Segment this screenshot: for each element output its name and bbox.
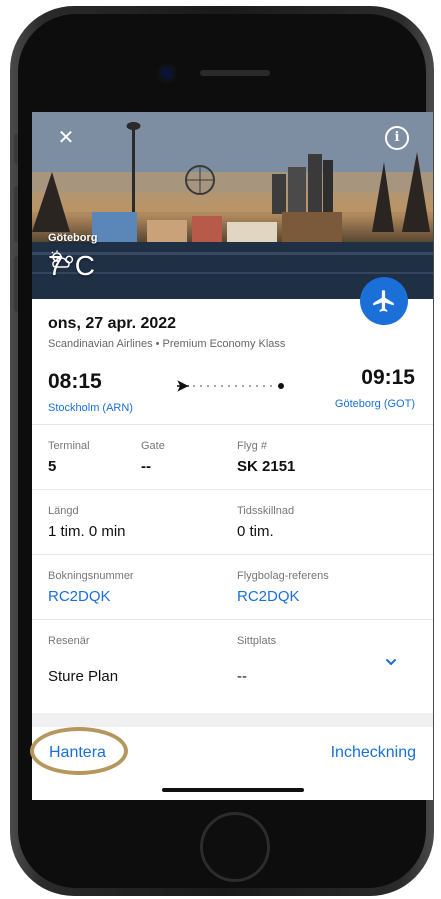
duration-label: Längd bbox=[48, 505, 79, 517]
airplane-icon bbox=[177, 380, 189, 392]
seat-label: Sittplats bbox=[237, 635, 277, 647]
check-in-button[interactable]: Incheckning bbox=[331, 744, 416, 762]
partly-cloudy-icon bbox=[50, 250, 70, 268]
flight-date: ons, 27 apr. 2022 bbox=[48, 315, 177, 332]
front-camera bbox=[160, 66, 174, 80]
arrival-airport-link[interactable]: Göteborg (GOT) bbox=[335, 398, 415, 410]
terminal-label: Terminal bbox=[48, 440, 90, 452]
divider bbox=[32, 489, 433, 490]
booking-number-label: Bokningsnummer bbox=[48, 570, 134, 582]
airline-class: Scandinavian Airlines • Premium Economy … bbox=[48, 338, 286, 350]
flight-details-screen: ✕ i Göteborg 7°C ons, 27 apr. 2022 Scand… bbox=[32, 112, 433, 800]
time-difference-value: 0 tim. bbox=[237, 523, 274, 540]
earpiece-speaker bbox=[200, 70, 270, 76]
gate-label: Gate bbox=[141, 440, 165, 452]
airline-reference-link[interactable]: RC2DQK bbox=[237, 588, 300, 605]
weather: 7°C bbox=[48, 250, 95, 282]
home-indicator[interactable] bbox=[162, 788, 304, 792]
duration-value: 1 tim. 0 min bbox=[48, 523, 126, 540]
destination-hero-image: ✕ i Göteborg 7°C bbox=[32, 112, 433, 299]
highlight-ring bbox=[30, 727, 128, 775]
route-progress-line bbox=[177, 380, 284, 392]
departure-time: 08:15 bbox=[48, 370, 102, 393]
seat-value: -- bbox=[237, 668, 247, 685]
flight-number-value: SK 2151 bbox=[237, 458, 296, 475]
gate-value: -- bbox=[141, 458, 151, 475]
home-button[interactable] bbox=[200, 812, 270, 882]
booking-number-link[interactable]: RC2DQK bbox=[48, 588, 111, 605]
close-icon[interactable]: ✕ bbox=[56, 128, 76, 148]
departure-airport-link[interactable]: Stockholm (ARN) bbox=[48, 402, 133, 414]
chevron-down-icon[interactable] bbox=[384, 657, 398, 667]
airplane-icon bbox=[373, 290, 394, 312]
divider bbox=[32, 424, 433, 425]
destination-city: Göteborg bbox=[48, 232, 98, 244]
traveler-name: Sture Plan bbox=[48, 668, 119, 685]
section-separator bbox=[32, 713, 433, 727]
flight-number-label: Flyg # bbox=[237, 440, 267, 452]
info-icon[interactable]: i bbox=[385, 126, 409, 150]
terminal-value: 5 bbox=[48, 458, 57, 475]
time-difference-label: Tidsskillnad bbox=[237, 505, 295, 517]
airline-reference-label: Flygbolag-referens bbox=[237, 570, 329, 582]
flight-mode-button[interactable] bbox=[360, 277, 408, 325]
traveler-label: Resenär bbox=[48, 635, 90, 647]
arrival-time: 09:15 bbox=[361, 366, 415, 389]
divider bbox=[32, 554, 433, 555]
divider bbox=[32, 619, 433, 620]
